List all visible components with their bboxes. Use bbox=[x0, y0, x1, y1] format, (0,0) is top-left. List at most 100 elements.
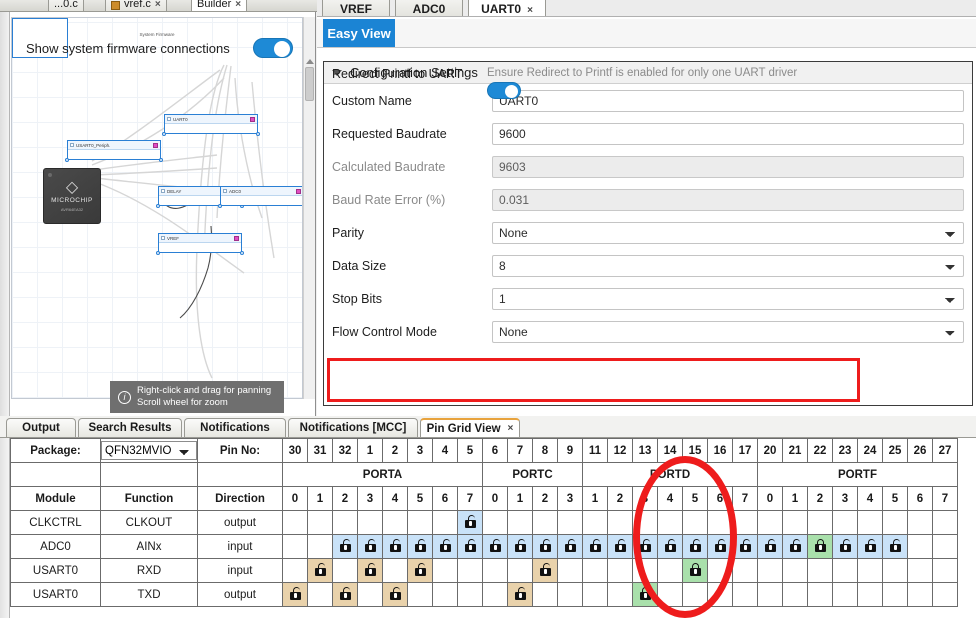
node-port[interactable] bbox=[159, 158, 163, 162]
flow-control-mode-select[interactable]: None bbox=[492, 320, 964, 343]
node-port[interactable] bbox=[156, 251, 160, 255]
pin-cell-tan[interactable] bbox=[332, 582, 358, 607]
pin-cell-blue[interactable] bbox=[457, 534, 483, 559]
lock-open-icon[interactable] bbox=[614, 538, 627, 552]
lock-open-icon[interactable] bbox=[339, 586, 352, 600]
pin-number[interactable]: 13 bbox=[632, 438, 658, 463]
pin-cell-locked[interactable] bbox=[632, 582, 658, 607]
pin-number[interactable]: 23 bbox=[832, 438, 858, 463]
lock-open-icon[interactable] bbox=[314, 562, 327, 576]
show-firmware-toggle[interactable] bbox=[253, 38, 293, 58]
pin-cell-blue[interactable] bbox=[857, 534, 883, 559]
scroll-up-arrow-icon[interactable] bbox=[306, 59, 314, 64]
pin-number[interactable]: 32 bbox=[332, 438, 358, 463]
gear-icon[interactable] bbox=[234, 235, 239, 241]
pin-number[interactable]: 24 bbox=[857, 438, 883, 463]
pin-cell-blue[interactable] bbox=[682, 534, 708, 559]
node-uart0[interactable]: UART0 bbox=[162, 114, 260, 136]
tab-vref[interactable]: VREF bbox=[322, 0, 390, 16]
lock-closed-icon[interactable] bbox=[814, 538, 827, 552]
pin-number[interactable]: 12 bbox=[607, 438, 633, 463]
gear-icon[interactable] bbox=[153, 142, 158, 148]
pin-number[interactable]: 7 bbox=[507, 438, 533, 463]
lock-open-icon[interactable] bbox=[839, 538, 852, 552]
lock-open-icon[interactable] bbox=[514, 586, 527, 600]
lock-open-icon[interactable] bbox=[539, 538, 552, 552]
tab-pin-grid-view[interactable]: Pin Grid View × bbox=[420, 418, 520, 437]
lock-open-icon[interactable] bbox=[564, 538, 577, 552]
pin-cell-blue[interactable] bbox=[532, 534, 558, 559]
package-select-cell[interactable]: QFN32MVIO bbox=[100, 438, 198, 463]
lock-open-icon[interactable] bbox=[589, 538, 602, 552]
tab-adc0[interactable]: ADC0 bbox=[395, 0, 463, 16]
node-port[interactable] bbox=[162, 132, 166, 136]
pin-cell-blue[interactable] bbox=[432, 534, 458, 559]
lock-closed-icon[interactable] bbox=[639, 586, 652, 600]
lock-open-icon[interactable] bbox=[389, 538, 402, 552]
lock-open-icon[interactable] bbox=[414, 538, 427, 552]
pin-cell-tan[interactable] bbox=[357, 558, 383, 583]
pin-number[interactable]: 6 bbox=[482, 438, 508, 463]
builder-canvas[interactable]: System Firmware UART0 USART0_Periph. DEL… bbox=[11, 17, 303, 399]
pin-cell-blue[interactable] bbox=[557, 534, 583, 559]
editor-tab-0[interactable]: ...0.c bbox=[48, 0, 84, 11]
pin-number[interactable]: 15 bbox=[682, 438, 708, 463]
node-port[interactable] bbox=[156, 204, 160, 208]
pin-cell-tan[interactable] bbox=[282, 582, 308, 607]
tab-notifications-mcc[interactable]: Notifications [MCC] bbox=[288, 418, 418, 437]
node-usart0-periph[interactable]: USART0_Periph. bbox=[65, 140, 163, 162]
pin-cell-tan[interactable] bbox=[382, 582, 408, 607]
easy-view-tab[interactable]: Easy View bbox=[323, 19, 395, 47]
node-vref[interactable]: VREF bbox=[156, 233, 244, 255]
close-icon[interactable]: × bbox=[155, 0, 161, 10]
stop-bits-select[interactable]: 1 bbox=[492, 287, 964, 310]
parity-select[interactable]: None bbox=[492, 221, 964, 244]
pin-cell-blue[interactable] bbox=[657, 534, 683, 559]
tab-search-results[interactable]: Search Results bbox=[78, 418, 182, 437]
lock-open-icon[interactable] bbox=[864, 538, 877, 552]
pin-number[interactable]: 2 bbox=[382, 438, 408, 463]
node-port[interactable] bbox=[256, 132, 260, 136]
pin-cell-blue[interactable] bbox=[732, 534, 758, 559]
lock-open-icon[interactable] bbox=[339, 538, 352, 552]
checkbox-icon[interactable] bbox=[70, 143, 74, 147]
pin-number[interactable]: 21 bbox=[782, 438, 808, 463]
lock-open-icon[interactable] bbox=[489, 538, 502, 552]
lock-open-icon[interactable] bbox=[364, 538, 377, 552]
pin-number[interactable]: 22 bbox=[807, 438, 833, 463]
lock-open-icon[interactable] bbox=[714, 538, 727, 552]
pin-number[interactable]: 20 bbox=[757, 438, 783, 463]
pin-number[interactable]: 14 bbox=[657, 438, 683, 463]
node-port[interactable] bbox=[65, 158, 69, 162]
pin-number[interactable]: 17 bbox=[732, 438, 758, 463]
gear-icon[interactable] bbox=[250, 116, 255, 122]
pin-cell-blue[interactable] bbox=[332, 534, 358, 559]
pin-number[interactable]: 25 bbox=[882, 438, 908, 463]
lock-open-icon[interactable] bbox=[464, 514, 477, 528]
pin-number[interactable]: 4 bbox=[432, 438, 458, 463]
pin-cell-blue[interactable] bbox=[582, 534, 608, 559]
lock-open-icon[interactable] bbox=[289, 586, 302, 600]
lock-open-icon[interactable] bbox=[739, 538, 752, 552]
lock-open-icon[interactable] bbox=[464, 538, 477, 552]
pin-cell-blue[interactable] bbox=[457, 510, 483, 535]
requested-baudrate-input[interactable] bbox=[492, 122, 964, 145]
pin-cell-blue[interactable] bbox=[757, 534, 783, 559]
pin-number[interactable]: 3 bbox=[407, 438, 433, 463]
node-adc0[interactable]: ADC0 bbox=[218, 186, 302, 208]
lock-open-icon[interactable] bbox=[689, 538, 702, 552]
lock-open-icon[interactable] bbox=[539, 562, 552, 576]
checkbox-icon[interactable] bbox=[167, 117, 171, 121]
pin-cell-blue[interactable] bbox=[507, 534, 533, 559]
pin-cell-blue[interactable] bbox=[782, 534, 808, 559]
data-size-select[interactable]: 8 bbox=[492, 254, 964, 277]
pin-number[interactable]: 30 bbox=[282, 438, 308, 463]
pin-cell-blue[interactable] bbox=[707, 534, 733, 559]
pin-cell-blue[interactable] bbox=[382, 534, 408, 559]
lock-open-icon[interactable] bbox=[664, 538, 677, 552]
redirect-printf-toggle[interactable] bbox=[487, 82, 521, 99]
tab-uart0[interactable]: UART0 × bbox=[468, 0, 546, 16]
mcu-chip[interactable]: ◇ MICROCHIP AVR64EA32 bbox=[43, 168, 101, 224]
node-port[interactable] bbox=[240, 251, 244, 255]
pin-cell-tan[interactable] bbox=[407, 558, 433, 583]
